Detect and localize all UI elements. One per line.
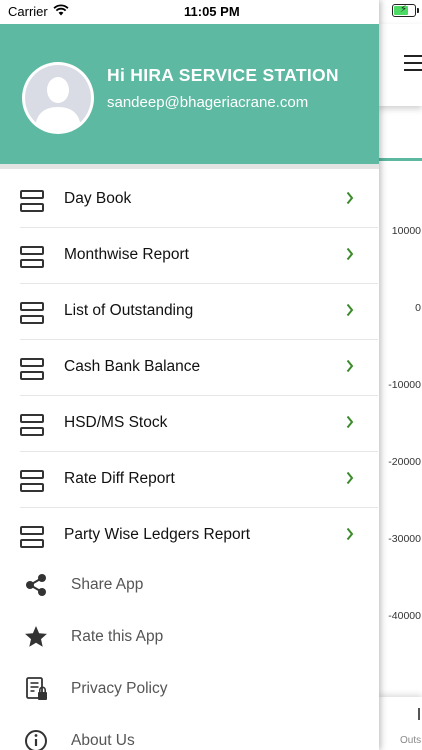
menu-item-label: Cash Bank Balance xyxy=(64,358,201,375)
menu-item-rate-this-app[interactable]: Rate this App xyxy=(0,611,379,663)
stack-icon xyxy=(20,526,44,548)
menu-item-rate-diff-report[interactable]: Rate Diff Report xyxy=(20,452,378,508)
hamburger-menu-icon[interactable] xyxy=(404,55,422,76)
user-email: sandeep@bhageriacrane.com xyxy=(107,94,309,111)
y-tick: -30000 xyxy=(388,533,421,545)
charging-icon: ⚡ xyxy=(400,4,408,15)
menu-item-label: Rate this App xyxy=(71,628,164,645)
menu-item-label: Rate Diff Report xyxy=(64,470,175,487)
header-divider xyxy=(0,164,379,169)
background-tab-indicator xyxy=(378,158,422,161)
star-icon xyxy=(25,626,47,647)
menu-item-cash-bank-balance[interactable]: Cash Bank Balance xyxy=(20,340,378,396)
privacy-icon xyxy=(26,677,47,700)
background-summary-value xyxy=(418,708,422,720)
avatar-placeholder-icon xyxy=(35,77,81,131)
stack-icon xyxy=(20,470,44,492)
menu-item-label: Party Wise Ledgers Report xyxy=(64,526,251,543)
user-greeting: Hi HIRA SERVICE STATION xyxy=(107,65,339,85)
menu-item-monthwise-report[interactable]: Monthwise Report xyxy=(20,228,378,284)
background-summary-label: Outs xyxy=(400,735,422,746)
stack-icon xyxy=(20,358,44,380)
y-tick: -10000 xyxy=(388,379,421,391)
report-menu: Day Book Monthwise Report List of Outsta… xyxy=(0,172,379,564)
menu-item-share-app[interactable]: Share App xyxy=(0,559,379,611)
carrier-label: Carrier xyxy=(8,4,48,19)
chevron-right-icon xyxy=(346,527,354,541)
stack-icon xyxy=(20,414,44,436)
menu-item-day-book[interactable]: Day Book xyxy=(20,172,378,228)
status-time: 11:05 PM xyxy=(184,4,240,19)
menu-item-label: Monthwise Report xyxy=(64,246,189,263)
menu-item-label: Day Book xyxy=(64,190,132,207)
menu-item-label: About Us xyxy=(71,732,135,749)
menu-item-party-wise-ledgers-report[interactable]: Party Wise Ledgers Report xyxy=(20,508,378,564)
status-bar: Carrier 11:05 PM xyxy=(0,0,379,24)
chevron-right-icon xyxy=(346,303,354,317)
y-tick: -40000 xyxy=(388,610,421,622)
menu-item-hsd-ms-stock[interactable]: HSD/MS Stock xyxy=(20,396,378,452)
app-menu: Share App Rate this App Privacy Policy A… xyxy=(0,559,379,750)
chevron-right-icon xyxy=(346,191,354,205)
y-tick: 10000 xyxy=(391,225,421,237)
stack-icon xyxy=(20,190,44,212)
avatar[interactable] xyxy=(22,62,94,134)
menu-item-privacy-policy[interactable]: Privacy Policy xyxy=(0,663,379,715)
y-tick: 0 xyxy=(415,302,421,314)
menu-item-about-us[interactable]: About Us xyxy=(0,715,379,750)
menu-item-label: Share App xyxy=(71,576,144,593)
background-screen: ⚡ 10000 0 -10000 -20000 -30000 -40000 Ou… xyxy=(378,0,422,750)
menu-item-list-of-outstanding[interactable]: List of Outstanding xyxy=(20,284,378,340)
share-icon xyxy=(26,574,46,596)
profile-header: Hi HIRA SERVICE STATION sandeep@bhageria… xyxy=(0,24,379,164)
menu-item-label: Privacy Policy xyxy=(71,680,168,697)
background-header xyxy=(378,24,422,106)
y-tick: -20000 xyxy=(388,456,421,468)
chevron-right-icon xyxy=(346,247,354,261)
menu-item-label: List of Outstanding xyxy=(64,302,194,319)
wifi-icon xyxy=(53,3,69,21)
stack-icon xyxy=(20,246,44,268)
chevron-right-icon xyxy=(346,415,354,429)
chevron-right-icon xyxy=(346,359,354,373)
stack-icon xyxy=(20,302,44,324)
chevron-right-icon xyxy=(346,471,354,485)
navigation-drawer: Carrier 11:05 PM Hi HIRA SERVICE STATION… xyxy=(0,0,379,750)
info-icon xyxy=(25,730,47,750)
menu-item-label: HSD/MS Stock xyxy=(64,414,168,431)
